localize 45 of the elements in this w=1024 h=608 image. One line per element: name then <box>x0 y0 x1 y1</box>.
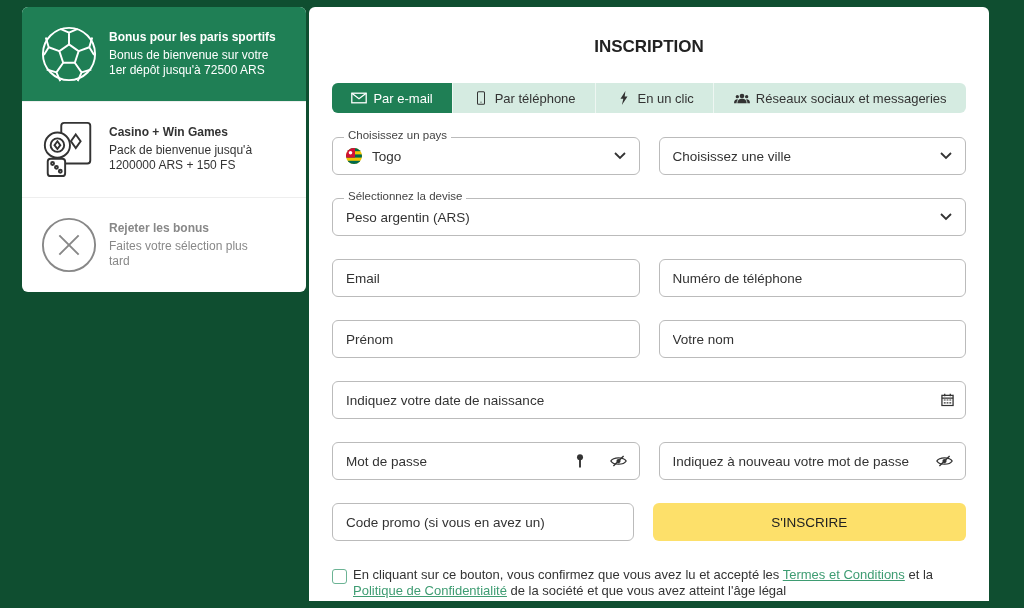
bonus-description: Pack de bienvenue jusqu'à 1200000 ARS + 150 FS <box>109 143 254 174</box>
key-icon <box>575 453 584 469</box>
consent-text: En cliquant sur ce bouton, vous confirmez que vous avez lu et accepté les Termes et Conditions et la Politique de Confidentialité de la société et que vous avez atteint l'âge légal <box>353 567 935 599</box>
bonus-title: Casino + Win Games <box>109 125 229 140</box>
field-label: Sélectionnez la devise <box>344 190 467 202</box>
people-icon <box>733 91 750 105</box>
input-field[interactable]: Prénom <box>332 320 640 358</box>
chevron-down-icon <box>613 152 626 160</box>
form-title: INSCRIPTION <box>593 37 705 57</box>
tab[interactable]: En un clic <box>596 83 715 113</box>
input-field[interactable]: Indiquez à nouveau votre mot de passe <box>658 442 966 480</box>
input-field[interactable]: Votre nom <box>658 320 966 358</box>
register-button[interactable]: S'INSCRIRE <box>652 503 966 541</box>
football-icon <box>40 25 98 84</box>
mail-icon <box>351 91 368 105</box>
dropdown-field[interactable]: Choisissez une ville <box>658 137 966 175</box>
bonus-option[interactable]: Casino + Win Games Pack de bienvenue jusqu'à 1200000 ARS + 150 FS <box>22 102 306 198</box>
tab[interactable]: Par téléphone <box>453 83 597 113</box>
checkbox[interactable] <box>332 569 347 584</box>
tab[interactable]: Par e-mail <box>332 83 454 113</box>
chevron-down-icon <box>940 213 952 221</box>
tab[interactable]: Réseaux sociaux et messageries <box>714 83 966 113</box>
eye-slash-icon <box>936 455 953 467</box>
field-placeholder: Choisissez une ville <box>672 148 793 164</box>
bonus-title: Rejeter les bonus <box>109 220 211 235</box>
flag-icon <box>346 148 362 164</box>
bonus-title: Bonus pour les paris sportifs <box>109 30 277 45</box>
calendar-icon <box>941 393 954 407</box>
input-field[interactable]: Numéro de téléphone <box>658 259 966 297</box>
link[interactable]: Termes et Conditions <box>782 567 905 582</box>
bonus-option[interactable]: Rejeter les bonus Faites votre sélection plus tard <box>22 197 306 292</box>
field-value: Togo <box>372 148 403 164</box>
close-icon <box>40 215 98 274</box>
input-field[interactable]: Mot de passe <box>332 442 640 480</box>
chevron-down-icon <box>940 152 952 160</box>
eye-slash-icon <box>609 455 627 467</box>
input-field[interactable]: Code promo (si vous en avez un) <box>332 503 634 541</box>
input-field[interactable]: Indiquez votre date de naissance <box>332 381 966 419</box>
input-field[interactable]: Email <box>332 259 640 297</box>
field-label: Choisissez un pays <box>344 129 452 141</box>
bonus-option[interactable]: Bonus pour les paris sportifs Bonus de bienvenue sur votre 1er dépôt jusqu'à 72500 ARS <box>22 7 306 103</box>
field-value: Peso argentin (ARS) <box>346 209 471 225</box>
bonus-description: Faites votre sélection plus tard <box>109 238 249 269</box>
bonus-description: Bonus de bienvenue sur votre 1er dépôt jusqu'à 72500 ARS <box>109 48 270 79</box>
link[interactable]: Politique de Confidentialité <box>353 583 507 598</box>
